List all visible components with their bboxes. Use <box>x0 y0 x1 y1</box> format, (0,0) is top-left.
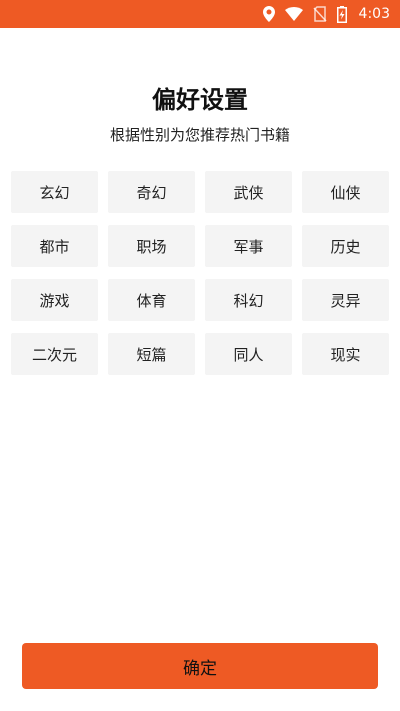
genre-tag[interactable]: 奇幻 <box>108 171 195 213</box>
genre-tag[interactable]: 灵异 <box>302 279 389 321</box>
genre-tag[interactable]: 仙侠 <box>302 171 389 213</box>
confirm-button[interactable]: 确定 <box>22 643 378 689</box>
genre-tag[interactable]: 玄幻 <box>11 171 98 213</box>
page-title: 偏好设置 <box>152 86 248 114</box>
genre-tag[interactable]: 二次元 <box>11 333 98 375</box>
genre-tag[interactable]: 同人 <box>205 333 292 375</box>
genre-tag[interactable]: 职场 <box>108 225 195 267</box>
genre-tag[interactable]: 历史 <box>302 225 389 267</box>
genre-tag[interactable]: 短篇 <box>108 333 195 375</box>
genre-tag[interactable]: 武侠 <box>205 171 292 213</box>
genre-tag[interactable]: 现实 <box>302 333 389 375</box>
genre-tag[interactable]: 科幻 <box>205 279 292 321</box>
page-subtitle: 根据性别为您推荐热门书籍 <box>109 126 290 144</box>
genre-tag[interactable]: 军事 <box>205 225 292 267</box>
genre-tag[interactable]: 体育 <box>108 279 195 321</box>
no-sim-icon <box>312 6 327 22</box>
location-icon <box>262 6 275 22</box>
genre-tag[interactable]: 都市 <box>11 225 98 267</box>
battery-charging-icon <box>336 5 347 23</box>
genre-tag[interactable]: 游戏 <box>11 279 98 321</box>
status-time: 4:03 <box>358 6 390 22</box>
genre-grid: 玄幻 奇幻 武侠 仙侠 都市 职场 军事 历史 游戏 体育 科幻 灵异 二次元 … <box>11 171 389 375</box>
wifi-icon <box>284 7 303 21</box>
status-bar: 4:03 <box>0 0 400 28</box>
